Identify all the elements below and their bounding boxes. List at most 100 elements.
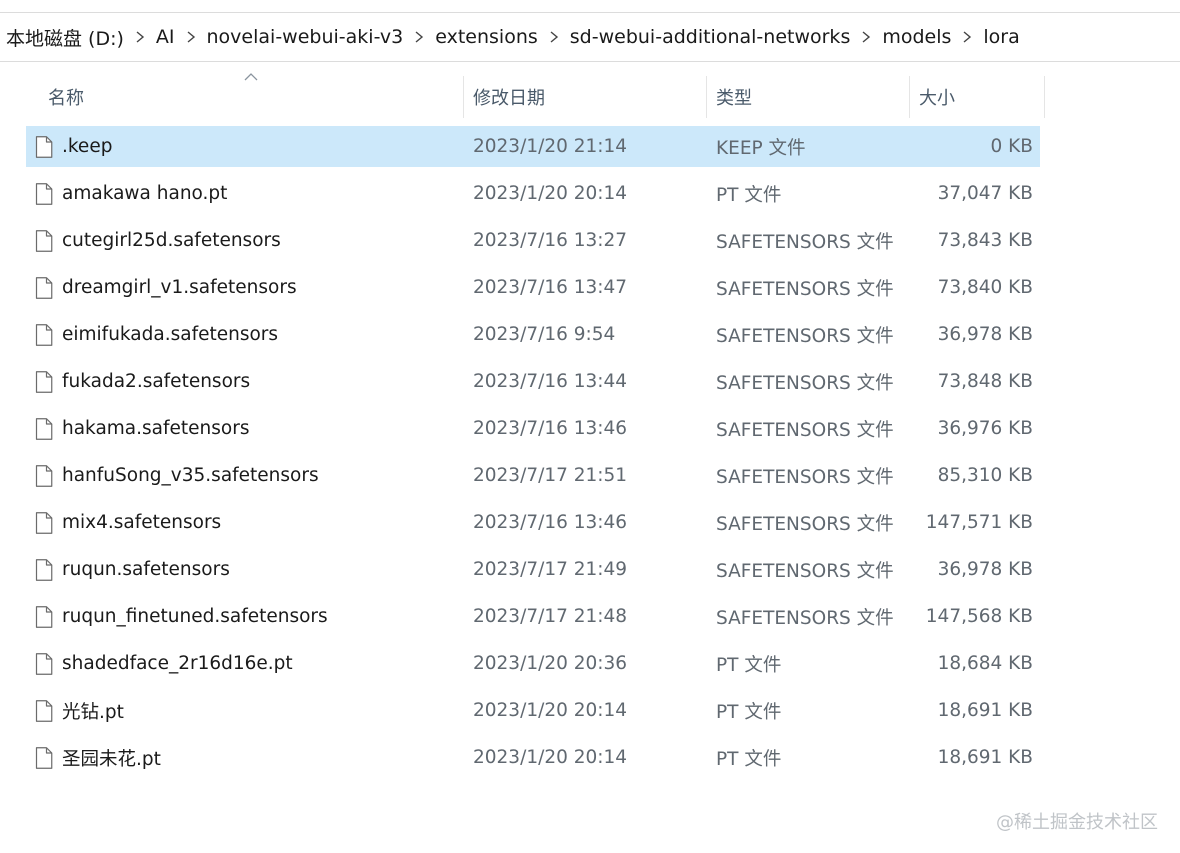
file-type: SAFETENSORS 文件 [716,231,894,253]
file-modified-date: 2023/7/16 13:27 [473,230,628,251]
breadcrumb-item[interactable]: lora [981,22,1021,52]
file-name: ruqun_finetuned.safetensors [62,606,328,627]
file-type: SAFETENSORS 文件 [716,419,894,441]
breadcrumb-item[interactable]: AI [154,22,177,52]
file-row[interactable]: 光钻.pt 2023/1/20 20:14 PT 文件 18,691 KB [26,690,1040,731]
column-header-date-label: 修改日期 [473,88,545,109]
file-size: 18,684 KB [937,653,1033,674]
file-icon [26,229,62,252]
file-modified-date: 2023/7/16 13:46 [473,512,628,533]
breadcrumb-item[interactable]: extensions [433,22,540,52]
file-modified-date: 2023/1/20 20:14 [473,183,628,204]
column-header-date[interactable]: 修改日期 [464,76,707,118]
file-name: hakama.safetensors [62,418,250,439]
file-row[interactable]: cutegirl25d.safetensors 2023/7/16 13:27 SA… [26,220,1040,261]
file-name: cutegirl25d.safetensors [62,230,281,251]
breadcrumb-item[interactable]: 本地磁盘 (D:) [4,20,126,55]
file-size: 73,840 KB [937,277,1033,298]
file-name: hanfuSong_v35.safetensors [62,465,319,486]
file-row[interactable]: ruqun.safetensors 2023/7/17 21:49 SAFETENS… [26,549,1040,590]
file-modified-date: 2023/7/17 21:49 [473,559,628,580]
file-type: PT 文件 [716,701,782,723]
file-type: KEEP 文件 [716,137,806,159]
file-name: 圣园未花.pt [62,748,161,770]
column-header-type-label: 类型 [716,88,752,109]
file-type: SAFETENSORS 文件 [716,372,894,394]
file-icon [26,699,62,722]
address-bar[interactable]: 本地磁盘 (D:) AI novelai-webui-aki-v3 extension… [0,12,1180,62]
file-icon [26,746,62,769]
file-size: 37,047 KB [937,183,1033,204]
chevron-right-icon[interactable] [852,31,880,43]
breadcrumb-item[interactable]: novelai-webui-aki-v3 [205,22,406,52]
chevron-right-icon[interactable] [177,31,205,43]
chevron-right-icon[interactable] [126,31,154,43]
file-icon [26,558,62,581]
watermark: @稀土掘金技术社区 [996,812,1158,833]
breadcrumb-item[interactable]: models [880,22,953,52]
breadcrumb-item[interactable]: sd-webui-additional-networks [568,22,853,52]
file-name: shadedface_2r16d16e.pt [62,653,293,674]
file-icon [26,135,62,158]
file-row[interactable]: mix4.safetensors 2023/7/16 13:46 SAFETENSO… [26,502,1040,543]
file-icon [26,464,62,487]
column-header-name[interactable]: 名称 [26,73,464,118]
file-modified-date: 2023/1/20 20:36 [473,653,628,674]
file-size: 36,978 KB [937,559,1033,580]
column-header-size[interactable]: 大小 [910,76,1045,118]
file-icon [26,605,62,628]
file-row[interactable]: fukada2.safetensors 2023/7/16 13:44 SAFETE… [26,361,1040,402]
file-size: 36,978 KB [937,324,1033,345]
file-modified-date: 2023/1/20 20:14 [473,747,628,768]
file-type: SAFETENSORS 文件 [716,325,894,347]
file-type: SAFETENSORS 文件 [716,607,894,629]
file-modified-date: 2023/7/16 13:46 [473,418,628,439]
file-size: 85,310 KB [937,465,1033,486]
column-header-name-label: 名称 [48,88,84,109]
column-header-type[interactable]: 类型 [707,76,910,118]
file-row[interactable]: .keep 2023/1/20 21:14 KEEP 文件 0 KB [26,126,1040,167]
file-size: 36,976 KB [937,418,1033,439]
file-row[interactable]: eimifukada.safetensors 2023/7/16 9:54 SAFE… [26,314,1040,355]
column-header-size-label: 大小 [919,88,955,109]
file-type: PT 文件 [716,748,782,770]
file-size: 0 KB [990,136,1033,157]
chevron-right-icon[interactable] [540,31,568,43]
file-modified-date: 2023/1/20 21:14 [473,136,628,157]
file-type: SAFETENSORS 文件 [716,560,894,582]
file-row[interactable]: amakawa hano.pt 2023/1/20 20:14 PT 文件 37,04… [26,173,1040,214]
chevron-right-icon[interactable] [953,31,981,43]
file-type: SAFETENSORS 文件 [716,278,894,300]
file-modified-date: 2023/1/20 20:14 [473,700,628,721]
file-size: 147,568 KB [925,606,1033,627]
file-type: PT 文件 [716,654,782,676]
file-explorer-window: 本地磁盘 (D:) AI novelai-webui-aki-v3 extension… [0,0,1180,853]
file-modified-date: 2023/7/16 9:54 [473,324,616,345]
file-name: dreamgirl_v1.safetensors [62,277,297,298]
file-modified-date: 2023/7/16 13:47 [473,277,628,298]
file-row[interactable]: 圣园未花.pt 2023/1/20 20:14 PT 文件 18,691 KB [26,737,1040,778]
file-modified-date: 2023/7/17 21:48 [473,606,628,627]
file-name: .keep [62,136,113,157]
file-name: eimifukada.safetensors [62,324,279,345]
chevron-right-icon[interactable] [405,31,433,43]
file-type: SAFETENSORS 文件 [716,513,894,535]
file-name: amakawa hano.pt [62,183,228,204]
file-modified-date: 2023/7/17 21:51 [473,465,628,486]
file-size: 18,691 KB [937,700,1033,721]
file-row[interactable]: shadedface_2r16d16e.pt 2023/1/20 20:36 PT … [26,643,1040,684]
file-icon [26,652,62,675]
file-icon [26,276,62,299]
file-name: 光钻.pt [62,701,124,723]
file-list: .keep 2023/1/20 21:14 KEEP 文件 0 KB amakawa h… [26,126,1040,784]
file-row[interactable]: hakama.safetensors 2023/7/16 13:46 SAFETEN… [26,408,1040,449]
file-row[interactable]: dreamgirl_v1.safetensors 2023/7/16 13:47 S… [26,267,1040,308]
file-size: 73,848 KB [937,371,1033,392]
file-row[interactable]: hanfuSong_v35.safetensors 2023/7/17 21:51… [26,455,1040,496]
file-size: 147,571 KB [925,512,1033,533]
file-name: mix4.safetensors [62,512,222,533]
file-row[interactable]: ruqun_finetuned.safetensors 2023/7/17 21:… [26,596,1040,637]
file-name: ruqun.safetensors [62,559,230,580]
file-icon [26,417,62,440]
sort-ascending-icon [244,73,258,81]
